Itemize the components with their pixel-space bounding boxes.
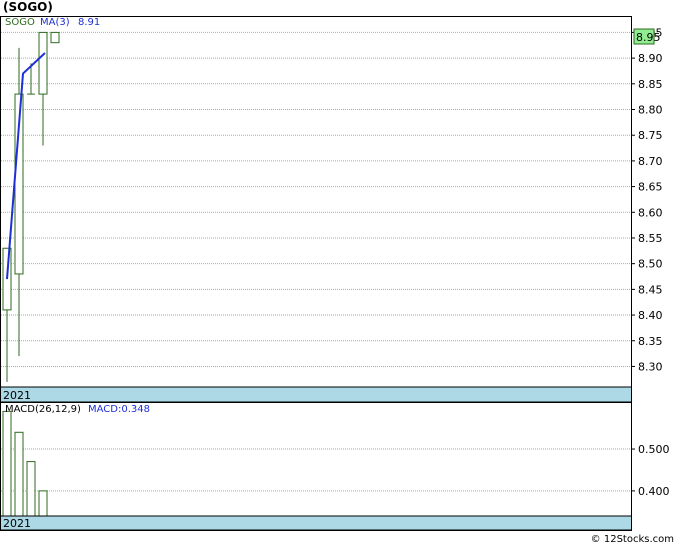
legend-symbol: SOGO <box>5 17 35 28</box>
price-tick-label: 8.70 <box>638 155 663 168</box>
price-tick-label: 8.40 <box>638 309 663 322</box>
macd-bar <box>14 431 24 517</box>
year-label: 2021 <box>3 517 31 530</box>
macd-bar <box>2 410 12 517</box>
macd-bar <box>38 490 48 517</box>
price-tick-label: 8.35 <box>638 335 663 348</box>
price-tick-label: 8.75 <box>638 129 663 142</box>
price-tick-label: 8.85 <box>638 78 663 91</box>
price-axis-ticks: 8.95 8.90 8.85 8.80 8.75 8.70 8.65 8.60 8.55 8.50… <box>631 26 663 373</box>
year-band <box>0 386 632 403</box>
price-tick-label: 8.60 <box>638 206 663 219</box>
price-tick-label: 8.50 <box>638 258 663 271</box>
macd-legend-value: MACD:0.348 <box>88 404 150 415</box>
price-tick-label: 8.80 <box>638 104 663 117</box>
legend-ma-value: 8.91 <box>78 17 100 28</box>
macd-legend-label: MACD(26,12,9) <box>5 404 81 415</box>
year-label: 2021 <box>3 389 31 402</box>
macd-bar <box>26 461 36 517</box>
price-tick-label: 8.55 <box>638 232 663 245</box>
footer-credit[interactable]: © 12Stocks.com <box>591 534 674 545</box>
last-price-label: 8.95 <box>636 31 661 44</box>
price-tick-label: 8.30 <box>638 360 663 373</box>
price-tick-label: 8.45 <box>638 283 663 296</box>
legend-ma-label: MA(3) <box>40 17 70 28</box>
macd-axis-ticks: 0.500 0.400 <box>631 443 670 498</box>
stock-chart: 8.95 8.90 8.85 8.80 8.75 8.70 8.65 8.60 8.55 8.50… <box>0 16 670 531</box>
price-tick-label: 8.90 <box>638 52 663 65</box>
macd-tick-label: 0.500 <box>638 443 670 456</box>
candle-body <box>50 31 60 44</box>
year-band <box>0 515 632 531</box>
candle <box>50 31 60 44</box>
macd-panel-frame <box>0 402 632 531</box>
macd-tick-label: 0.400 <box>638 485 670 498</box>
price-tick-label: 8.65 <box>638 181 663 194</box>
price-panel-frame <box>0 16 632 403</box>
candle-body <box>38 31 48 95</box>
